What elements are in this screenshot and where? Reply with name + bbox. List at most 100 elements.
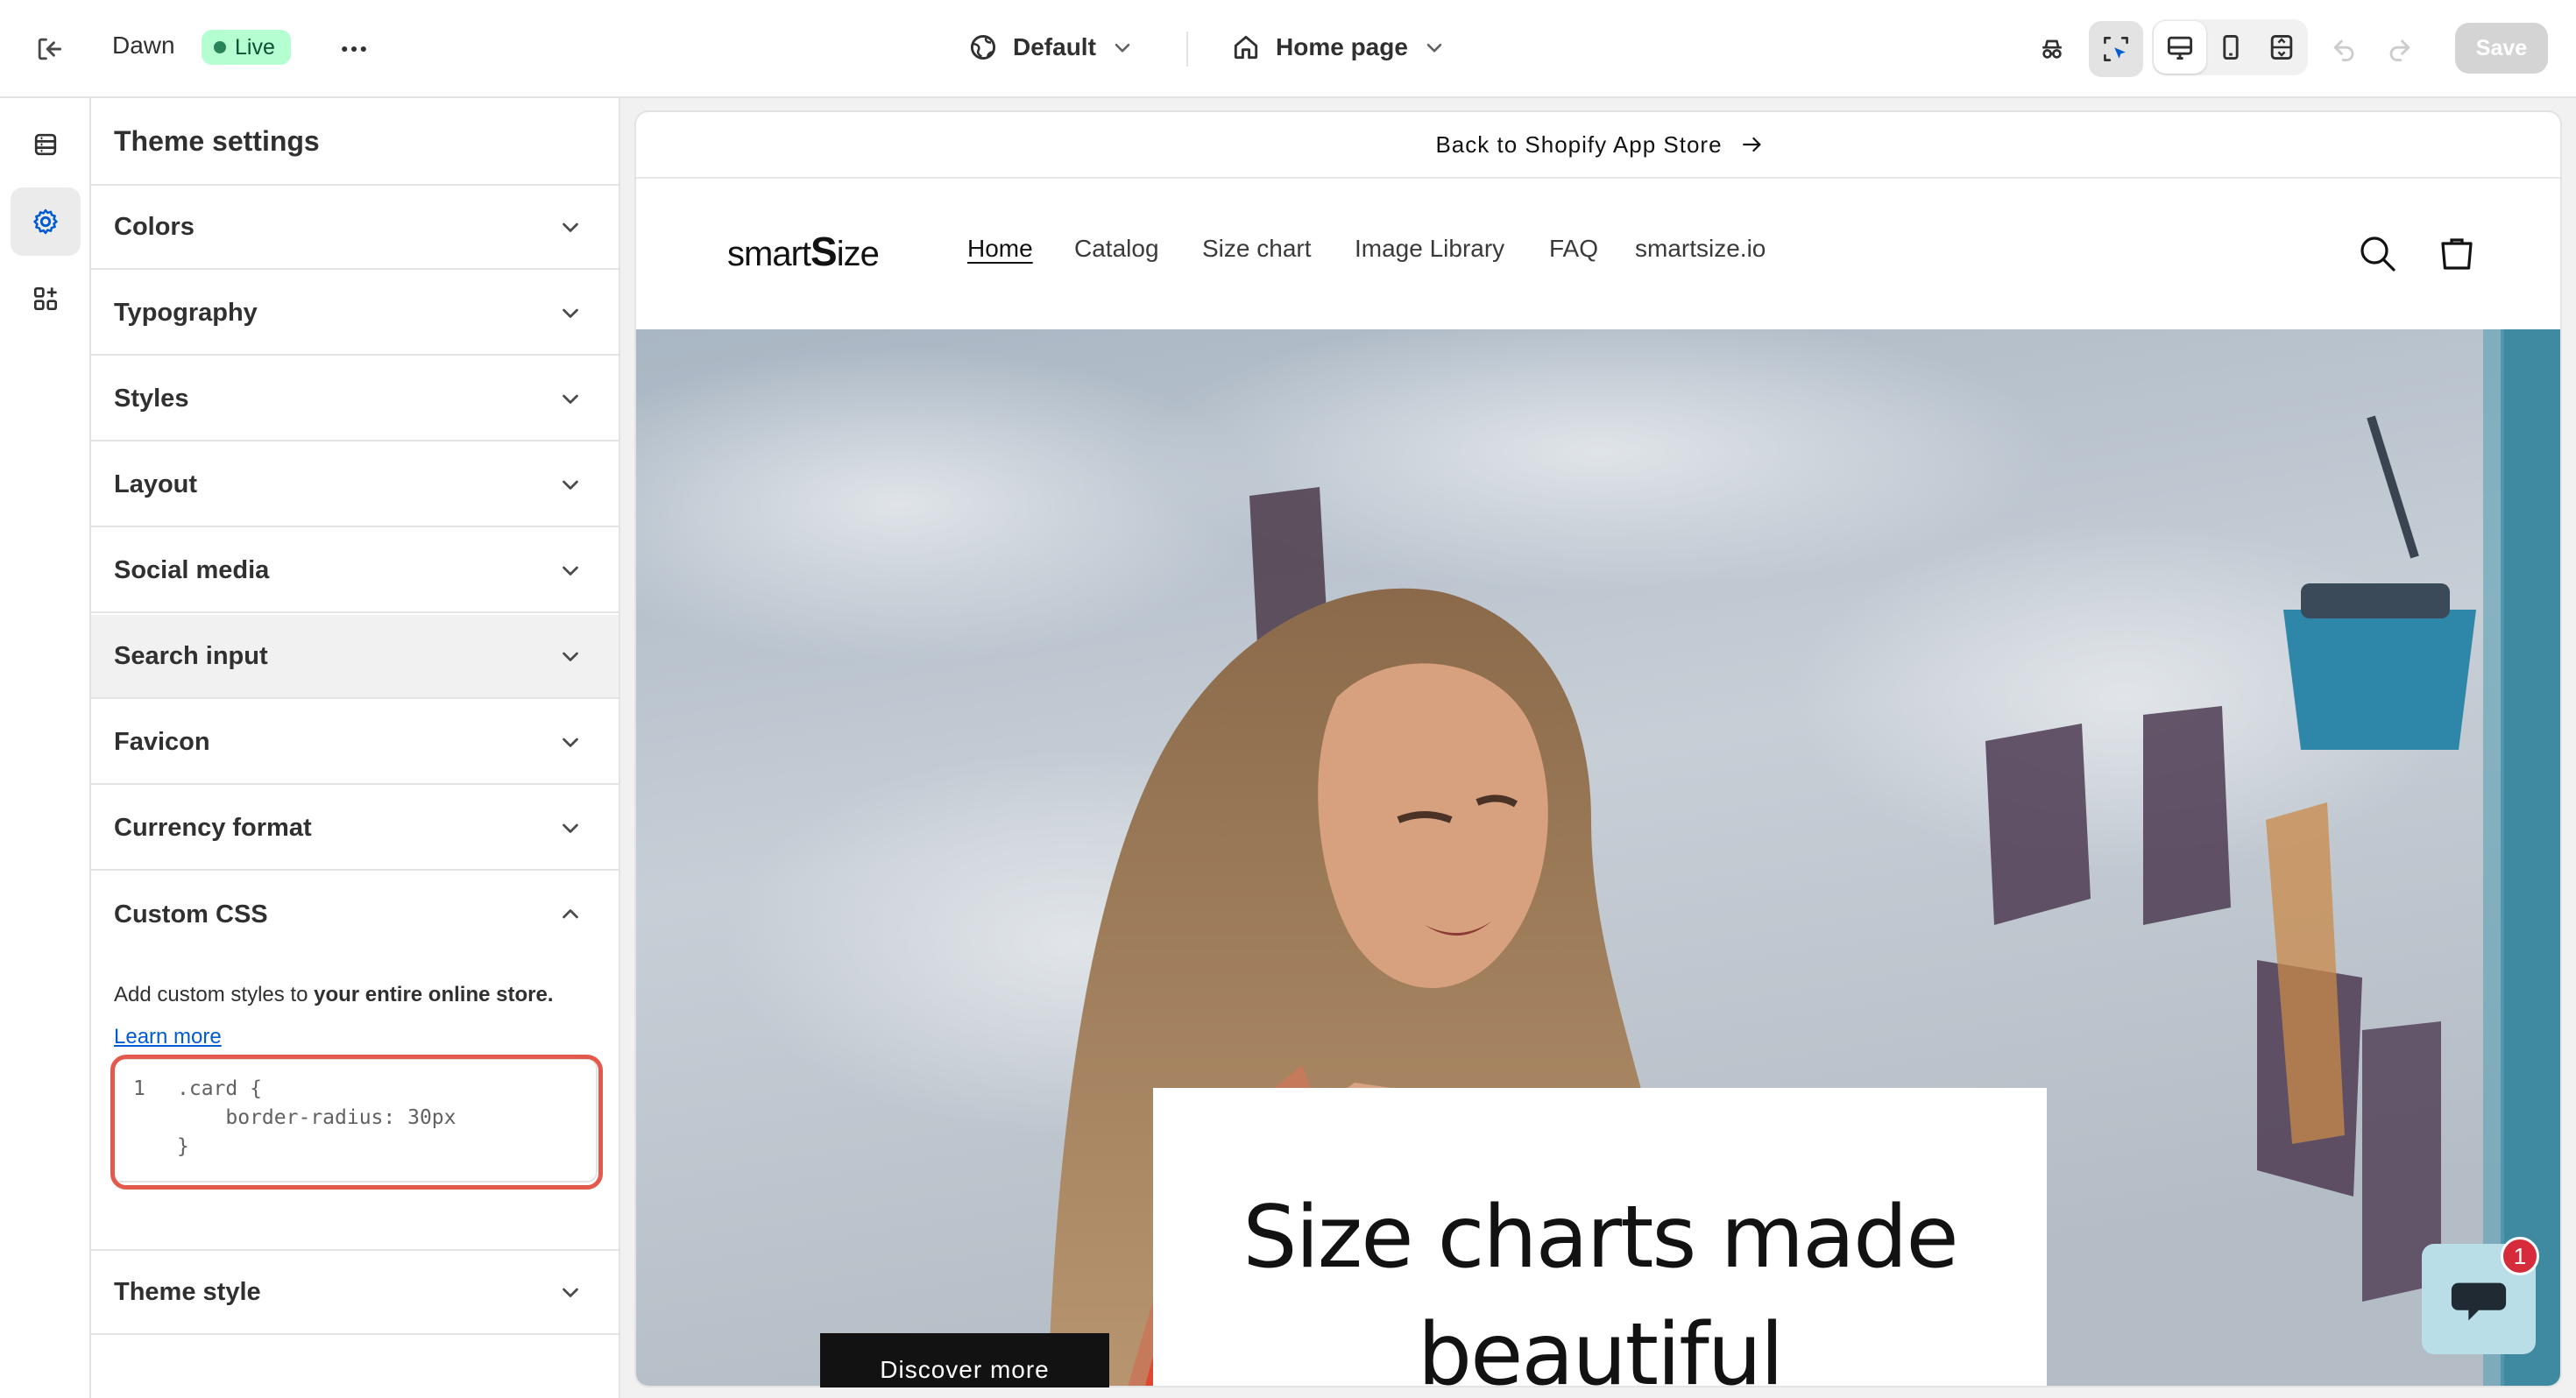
store-name: Dawn <box>112 32 175 59</box>
chevron-up-icon <box>563 909 578 919</box>
editor-rail <box>0 98 91 1398</box>
custom-css-help-emphasis: your entire online store. <box>314 983 554 1006</box>
accordion-label: Currency format <box>114 813 312 842</box>
desktop-view-button[interactable] <box>2154 21 2206 74</box>
announcement-bar[interactable]: Back to Shopify App Store <box>636 112 2560 179</box>
desktop-icon <box>2167 36 2193 60</box>
more-actions-button[interactable] <box>328 23 380 75</box>
accordion-favicon[interactable]: Favicon <box>91 701 619 785</box>
accordion-layout[interactable]: Layout <box>91 443 619 527</box>
nav-link-home[interactable]: Home <box>967 235 1033 263</box>
mobile-view-button[interactable] <box>2204 21 2257 74</box>
store-logo[interactable]: smartSize <box>727 228 880 275</box>
hero-heading: Size charts made beautiful <box>1242 1188 1958 1387</box>
accordion-label: Search input <box>114 641 268 670</box>
accordion-social-media[interactable]: Social media <box>91 529 619 613</box>
incognito-icon <box>2042 39 2062 59</box>
page-picker[interactable]: Home page <box>1230 32 1447 63</box>
theme-settings-button[interactable] <box>11 187 81 256</box>
accordion-currency-format[interactable]: Currency format <box>91 787 619 871</box>
mobile-icon <box>2223 34 2239 60</box>
chevron-down-icon <box>563 823 578 833</box>
chevron-down-icon <box>563 652 578 661</box>
globe-icon <box>970 34 996 60</box>
panel-title: Theme settings <box>114 124 320 157</box>
chat-icon <box>2451 1282 2507 1321</box>
accordion-styles[interactable]: Styles <box>91 357 619 441</box>
accordion-label: Layout <box>114 470 198 498</box>
accordion-label: Colors <box>114 212 195 241</box>
announcement-text: Back to Shopify App Store <box>1435 131 1723 158</box>
theme-picker[interactable]: Default <box>967 32 1135 63</box>
logo-text: ize <box>836 235 880 273</box>
arrow-right-icon <box>1742 137 1761 152</box>
accordion-label: Custom CSS <box>114 900 268 928</box>
accordion-label: Social media <box>114 555 270 584</box>
logo-mark: S <box>810 229 838 274</box>
sections-icon <box>34 133 57 156</box>
top-bar: Dawn Live Default Home page Save <box>0 0 2576 98</box>
accordion-typography[interactable]: Typography <box>91 272 619 356</box>
cart-icon[interactable] <box>2436 233 2478 275</box>
chevron-down-icon <box>563 1288 578 1297</box>
search-icon[interactable] <box>2357 233 2399 275</box>
accordion-theme-style[interactable]: Theme style <box>91 1251 619 1335</box>
ellipsis-icon <box>342 46 366 53</box>
accordion-label: Styles <box>114 384 189 413</box>
chevron-down-icon <box>563 222 578 232</box>
site-header: smartSize Home Catalog Size chart Image … <box>636 179 2560 329</box>
preview-incognito-button[interactable] <box>2026 23 2078 75</box>
app-embeds-button[interactable] <box>11 265 81 333</box>
redo-button[interactable] <box>2373 23 2425 75</box>
unread-count-badge: 1 <box>2501 1237 2539 1275</box>
chevron-down-icon <box>563 394 578 404</box>
full-width-view-button[interactable] <box>2255 21 2308 74</box>
nav-link-smartsize[interactable]: smartsize.io <box>1635 235 1766 263</box>
chevron-down-icon <box>1426 43 1442 53</box>
inspector-button[interactable] <box>2089 21 2143 77</box>
nav-link-image-library[interactable]: Image Library <box>1355 235 1504 263</box>
accordion-search-input[interactable]: Search input <box>91 615 619 699</box>
hero-text-card: Size charts made beautiful <box>1153 1088 2047 1387</box>
logo-text: smart <box>727 235 811 273</box>
expand-icon <box>2270 34 2293 60</box>
discover-more-button[interactable]: Discover more <box>820 1333 1109 1387</box>
store-preview: Back to Shopify App Store smartSize Home… <box>634 110 2562 1387</box>
accordion-label: Theme style <box>114 1277 261 1306</box>
code-highlight-annotation <box>110 1055 603 1190</box>
exit-button[interactable] <box>23 23 75 75</box>
chevron-down-icon <box>563 480 578 490</box>
undo-button[interactable] <box>2318 23 2371 75</box>
gear-icon <box>33 208 58 235</box>
exit-icon <box>38 38 62 60</box>
theme-picker-label: Default <box>1013 33 1096 60</box>
accordion-custom-css[interactable]: Custom CSS <box>91 872 619 957</box>
save-button[interactable]: Save <box>2455 23 2548 74</box>
accordion-colors[interactable]: Colors <box>91 186 619 270</box>
nav-link-catalog[interactable]: Catalog <box>1074 235 1159 263</box>
chevron-down-icon <box>563 308 578 318</box>
custom-css-help: Add custom styles to your entire online … <box>114 983 605 1007</box>
chevron-down-icon <box>1115 43 1130 53</box>
redo-icon <box>2389 39 2410 62</box>
hero-banner: Size charts made beautiful <box>636 329 2560 1387</box>
nav-link-size-chart[interactable]: Size chart <box>1202 235 1312 263</box>
accordion-label: Typography <box>114 298 258 327</box>
select-cursor-icon <box>2104 37 2128 61</box>
sections-button[interactable] <box>11 110 81 179</box>
learn-more-link[interactable]: Learn more <box>114 1025 222 1049</box>
undo-icon <box>2333 39 2354 62</box>
toolbar-divider <box>1186 32 1188 67</box>
chevron-down-icon <box>563 738 578 747</box>
home-icon <box>1234 35 1258 60</box>
status-label: Live <box>235 34 275 60</box>
accordion-label: Favicon <box>114 727 210 756</box>
nav-link-faq[interactable]: FAQ <box>1549 235 1598 263</box>
chevron-down-icon <box>563 566 578 575</box>
theme-settings-panel: Theme settings Colors Typography Styles … <box>91 98 620 1398</box>
custom-css-help-text: Add custom styles to <box>114 983 315 1006</box>
live-dot <box>214 41 226 53</box>
page-picker-label: Home page <box>1276 33 1408 60</box>
apps-icon <box>33 286 58 311</box>
status-badge: Live <box>202 30 291 65</box>
